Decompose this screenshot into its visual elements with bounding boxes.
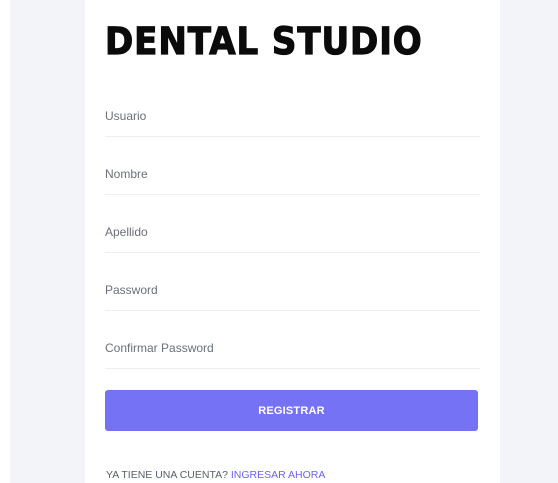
- register-button[interactable]: REGISTRAR: [105, 390, 478, 431]
- login-prompt: YA TIENE UNA CUENTA? INGRESAR AHORA: [106, 469, 325, 481]
- last-name-input[interactable]: [105, 212, 480, 252]
- page-background-right: [500, 0, 558, 483]
- confirm-password-input[interactable]: [105, 328, 480, 368]
- page-background-left: [10, 0, 85, 483]
- password-input[interactable]: [105, 270, 480, 310]
- login-link[interactable]: INGRESAR AHORA: [231, 469, 326, 481]
- confirm-password-field: [105, 328, 480, 369]
- brand-logo: DENTAL STUDIO: [104, 19, 423, 63]
- first-name-input[interactable]: [105, 154, 480, 194]
- username-input[interactable]: [105, 96, 480, 136]
- register-card: DENTAL STUDIO REGISTRAR YA TIENE UNA CUE…: [85, 0, 500, 483]
- login-prompt-text: YA TIENE UNA CUENTA?: [106, 469, 228, 481]
- username-field: [105, 96, 480, 137]
- password-field: [105, 270, 480, 311]
- last-name-field: [105, 212, 480, 253]
- first-name-field: [105, 154, 480, 195]
